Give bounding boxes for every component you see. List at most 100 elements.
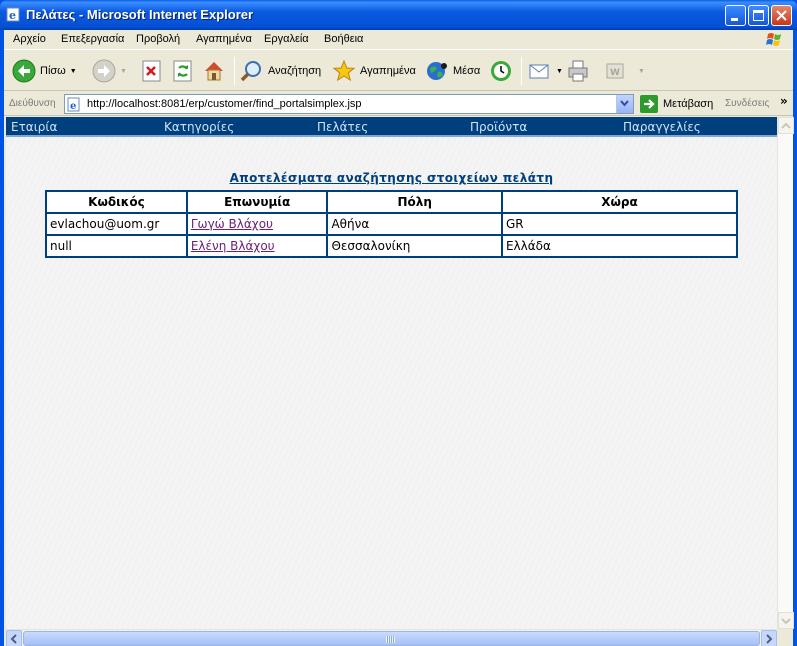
scroll-left-button[interactable] [6, 630, 22, 646]
cell-code: null [45, 234, 188, 258]
menu-edit[interactable]: Επεξεργασία [61, 33, 124, 45]
maximize-icon [753, 10, 764, 21]
horizontal-scroll-thumb[interactable] [23, 631, 760, 646]
page-content: Εταιρία Κατηγορίες Πελάτες Προϊόντα Παρα… [6, 117, 777, 629]
nav-products[interactable]: Προϊόντα [470, 120, 527, 134]
forward-dropdown-icon[interactable]: ▼ [120, 68, 127, 75]
cell-name: Γωγώ Βλάχου [185, 212, 329, 236]
window-title: Πελάτες - Microsoft Internet Explorer [26, 7, 254, 22]
edit-dropdown-icon[interactable]: ▼ [638, 68, 645, 75]
menu-view[interactable]: Προβολή [136, 33, 180, 45]
scroll-right-button[interactable] [761, 630, 777, 646]
favorites-label: Αγαπημένα [360, 65, 416, 77]
results-table: Κωδικός Επωνυμία Πόλη Χώρα evlachou@uom.… [45, 190, 739, 258]
menu-file[interactable]: Αρχείο [13, 33, 46, 45]
toolbar-separator [234, 57, 235, 85]
nav-categories[interactable]: Κατηγορίες [164, 120, 234, 134]
media-label: Μέσα [453, 65, 481, 77]
header-city: Πόλη [326, 190, 503, 214]
back-label: Πίσω [40, 65, 66, 77]
ie-page-icon: e [6, 7, 20, 22]
word-edit-icon: W [606, 63, 624, 79]
address-bar: Διεύθυνση e http://localhost:8081/erp/cu… [4, 92, 793, 116]
search-button[interactable]: Αναζήτηση [240, 57, 321, 85]
edit-button[interactable]: W ▼ [604, 57, 645, 85]
browser-frame: Αρχείο Επεξεργασία Προβολή Αγαπημένα Εργ… [4, 30, 794, 646]
title-bar: e Πελάτες - Microsoft Internet Explorer [0, 0, 797, 30]
go-label: Μετάβαση [663, 98, 714, 110]
scrollbar-corner [777, 629, 793, 646]
customer-link[interactable]: Ελένη Βλάχου [191, 239, 275, 253]
header-name: Επωνυμία [185, 190, 329, 214]
header-country: Χώρα [500, 190, 739, 214]
nav-customers[interactable]: Πελάτες [317, 120, 368, 134]
address-dropdown-button[interactable] [616, 95, 633, 113]
history-icon [491, 61, 511, 81]
close-button[interactable] [771, 5, 792, 26]
print-button[interactable] [566, 57, 590, 85]
minimize-icon [731, 18, 738, 21]
chevron-right-icon [766, 633, 773, 644]
address-input[interactable]: e http://localhost:8081/erp/customer/fin… [64, 94, 634, 114]
chevron-down-icon [620, 100, 629, 107]
back-button[interactable]: Πίσω ▼ [12, 57, 77, 85]
menu-bar: Αρχείο Επεξεργασία Προβολή Αγαπημένα Εργ… [4, 30, 793, 50]
table-row: null Ελένη Βλάχου Θεσσαλονίκη Ελλάδα [45, 234, 739, 258]
refresh-button[interactable] [171, 57, 195, 85]
nav-orders[interactable]: Παραγγελίες [623, 120, 701, 134]
windows-logo-icon [766, 33, 781, 46]
svg-text:e: e [70, 101, 76, 112]
header-code: Κωδικός [45, 190, 188, 214]
svg-text:W: W [610, 68, 620, 78]
search-label: Αναζήτηση [268, 65, 322, 77]
stop-icon [142, 60, 161, 82]
mail-icon [529, 64, 549, 79]
vertical-scrollbar[interactable] [777, 117, 794, 629]
media-globe-icon [427, 62, 447, 80]
horizontal-scrollbar[interactable] [6, 629, 777, 646]
url-text[interactable]: http://localhost:8081/erp/customer/find_… [87, 98, 362, 110]
chevron-down-icon [781, 617, 791, 624]
svg-text:e: e [9, 9, 16, 22]
chevron-left-icon [10, 633, 17, 644]
print-icon [568, 60, 588, 82]
back-dropdown-icon[interactable]: ▼ [70, 68, 77, 75]
media-button[interactable]: Μέσα [425, 57, 480, 85]
mail-button[interactable]: ▼ [528, 57, 563, 85]
nav-company[interactable]: Εταιρία [11, 120, 57, 134]
close-icon [776, 10, 787, 21]
links-chevron-icon[interactable]: » [780, 94, 788, 108]
mail-dropdown-icon[interactable]: ▼ [556, 68, 563, 75]
results-title: Αποτελέσματα αναζήτησης στοιχείων πελάτη [229, 171, 554, 185]
favorites-button[interactable]: Αγαπημένα [332, 57, 416, 85]
address-label: Διεύθυνση [9, 98, 56, 109]
toolbar-separator [521, 57, 522, 85]
standard-toolbar: Πίσω ▼ ▼ Αναζήτηση Αγαπημένα Μέσα ▼ W ▼ [4, 51, 793, 91]
home-button[interactable] [202, 57, 226, 85]
cell-name: Ελένη Βλάχου [185, 234, 329, 258]
search-icon [240, 61, 261, 82]
history-button[interactable] [489, 57, 513, 85]
minimize-button[interactable] [725, 5, 746, 26]
links-label[interactable]: Συνδέσεις [725, 98, 769, 109]
menu-favorites[interactable]: Αγαπημένα [196, 33, 252, 45]
go-button[interactable]: Μετάβαση [640, 95, 713, 113]
cell-city: Αθήνα [326, 212, 503, 236]
forward-arrow-icon [92, 59, 116, 83]
maximize-button[interactable] [748, 5, 769, 26]
cell-country: Ελλάδα [500, 234, 739, 258]
page-icon: e [67, 97, 80, 112]
chevron-up-icon [781, 122, 791, 129]
customer-link[interactable]: Γωγώ Βλάχου [191, 217, 273, 231]
forward-button[interactable]: ▼ [92, 57, 127, 85]
table-row: evlachou@uom.gr Γωγώ Βλάχου Αθήνα GR [45, 212, 739, 236]
menu-tools[interactable]: Εργαλεία [264, 33, 309, 45]
scroll-up-button[interactable] [778, 117, 794, 134]
stop-button[interactable] [140, 57, 164, 85]
cell-country: GR [500, 212, 739, 236]
scroll-down-button[interactable] [778, 612, 794, 629]
site-nav-bar: Εταιρία Κατηγορίες Πελάτες Προϊόντα Παρα… [6, 117, 777, 137]
menu-help[interactable]: Βοήθεια [324, 33, 363, 45]
favorites-star-icon [332, 59, 356, 82]
refresh-icon [173, 60, 192, 82]
